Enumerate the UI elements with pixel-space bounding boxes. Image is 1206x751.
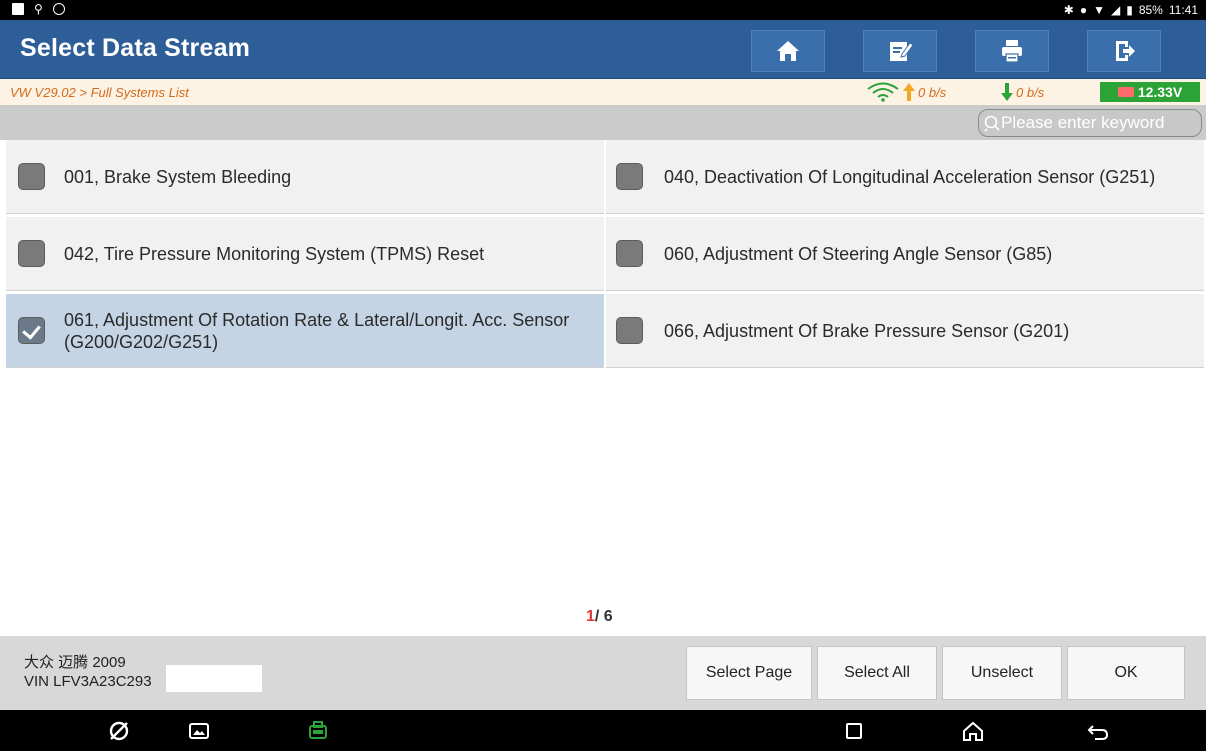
notification-icon [12,3,24,15]
breadcrumb: VW V29.02 > Full Systems List [10,85,189,100]
checkbox[interactable] [616,240,643,267]
wifi-status-icon: ▼ [1093,3,1105,17]
car-battery-icon [1117,87,1134,97]
item-label: 042, Tire Pressure Monitoring System (TP… [64,243,485,264]
upload-rate: 0 b/s [918,85,947,100]
vin-redaction [166,665,262,692]
clock: 11:41 [1168,3,1198,17]
back-icon[interactable] [1085,718,1111,744]
edit-icon [890,42,914,61]
page-indicator: 1/ 6 [586,608,613,626]
item-label: 040, Deactivation Of Longitudinal Accele… [664,166,1156,187]
total-pages: / 6 [594,608,613,625]
item-label: 061, Adjustment Of Rotation Rate & Later… [64,309,570,352]
home-icon [777,41,799,61]
page-title: Select Data Stream [20,34,251,62]
list-item[interactable]: 060, Adjustment Of Steering Angle Sensor… [606,217,1204,291]
item-label: 060, Adjustment Of Steering Angle Sensor… [664,243,1053,264]
exit-button[interactable] [1087,30,1161,72]
print-icon [1002,40,1022,63]
vin: VIN LFV3A23C293 [24,673,152,690]
bluetooth-icon: ✱ [1063,3,1074,17]
battery-percent: 85% [1138,3,1163,17]
print-button[interactable] [975,30,1049,72]
unselect-button[interactable]: Unselect [942,646,1062,700]
search-input[interactable] [1001,113,1197,133]
select-all-button[interactable]: Select All [817,646,937,700]
list-item-selected[interactable]: 061, Adjustment Of Rotation Rate & Later… [6,294,604,368]
car-model: 大众 迈腾 2009 [24,654,126,671]
search-row [0,105,1206,140]
edit-button[interactable] [863,30,937,72]
search-icon [984,115,1000,132]
checkbox[interactable] [616,317,643,344]
download-rate: 0 b/s [1016,85,1045,100]
home-nav-icon[interactable] [960,718,986,744]
browser-icon[interactable] [106,718,132,744]
upload-arrow-icon [903,83,915,101]
checkbox[interactable] [616,163,643,190]
voltage-value: 12.33V [1137,84,1183,100]
vci-icon[interactable] [305,718,331,744]
list-item[interactable]: 001, Brake System Bleeding [6,140,604,214]
download-arrow-icon [1001,83,1013,101]
checkbox-checked[interactable] [18,317,45,344]
voltage-badge: 12.33V [1100,82,1200,102]
vehicle-info: 大众 迈腾 2009 VIN LFV3A23C293 [24,653,152,691]
search-box[interactable] [978,109,1202,137]
list-item[interactable]: 040, Deactivation Of Longitudinal Accele… [606,140,1204,214]
list-item[interactable]: 066, Adjustment Of Brake Pressure Sensor… [606,294,1204,368]
system-nav-bar [0,710,1206,751]
dnd-icon: ● [1079,3,1088,17]
current-page: 1 [586,608,595,625]
bottom-bar: 大众 迈腾 2009 VIN LFV3A23C293 Select Page S… [0,636,1206,710]
item-label: 066, Adjustment Of Brake Pressure Sensor… [664,320,1070,341]
gallery-icon[interactable] [186,718,212,744]
wifi-icon [867,82,899,102]
home-button[interactable] [751,30,825,72]
item-label: 001, Brake System Bleeding [64,166,292,187]
list-item[interactable]: 042, Tire Pressure Monitoring System (TP… [6,217,604,291]
ok-button[interactable]: OK [1067,646,1185,700]
usb-debug-icon: ⚲ [34,2,43,16]
exit-icon [1116,41,1135,61]
recent-apps-icon[interactable] [841,718,867,744]
status-bar: ⚲ ✱ ● ▼ ◢ ▮ 85% 11:41 [0,0,1206,20]
checkbox[interactable] [18,163,45,190]
select-page-button[interactable]: Select Page [686,646,812,700]
breadcrumb-bar: VW V29.02 > Full Systems List 0 b/s 0 b/… [0,79,1206,105]
checkbox[interactable] [18,240,45,267]
settings-notification-icon [52,3,65,15]
signal-icon: ◢ [1110,3,1121,17]
battery-status-icon: ▮ [1126,3,1133,17]
title-bar: Select Data Stream [0,20,1206,79]
